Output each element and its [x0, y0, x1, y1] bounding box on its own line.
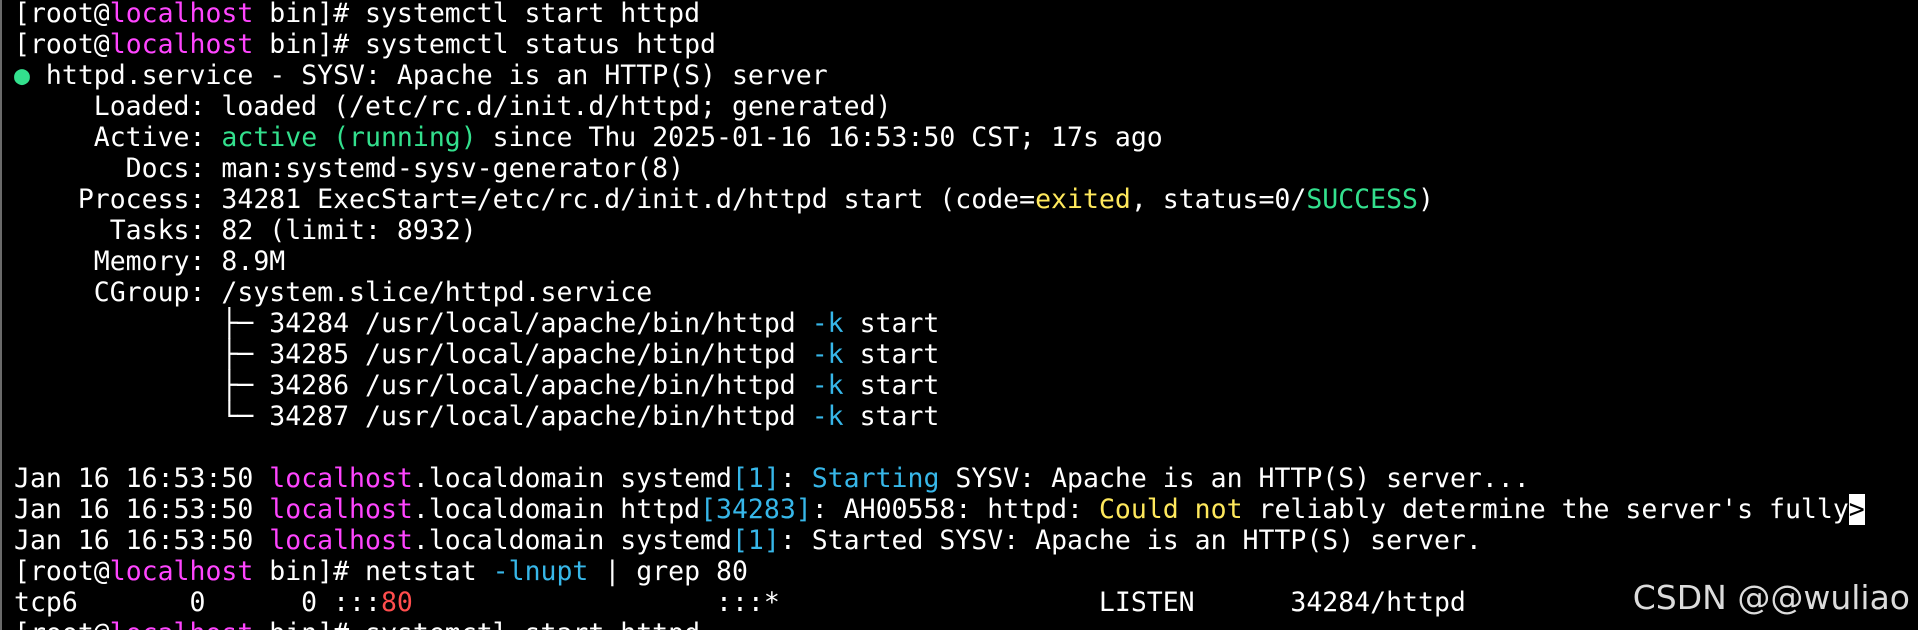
terminal-text-segment: bin]# systemctl status httpd [253, 29, 717, 60]
terminal-text-segment: .localdomain systemd [412, 525, 732, 556]
terminal-text-segment: localhost [109, 29, 254, 60]
terminal-text-segment: Active: [14, 122, 222, 153]
terminal-line: Process: 34281 ExecStart=/etc/rc.d/init.… [14, 184, 1434, 215]
terminal-line: Loaded: loaded (/etc/rc.d/init.d/httpd; … [14, 91, 892, 122]
terminal-text-segment: : [779, 463, 812, 494]
terminal-text-segment: -lnupt [492, 556, 589, 587]
terminal-text-segment: SYSV: Apache is an HTTP(S) server... [939, 463, 1530, 494]
terminal-line: Memory: 8.9M [14, 246, 285, 277]
csdn-watermark: CSDN @@wuliao [1632, 578, 1910, 617]
truncation-marker: > [1848, 494, 1865, 525]
terminal-line: └─ 34287 /usr/local/apache/bin/httpd -k … [14, 401, 939, 432]
terminal-text-segment: -k [811, 339, 844, 370]
terminal-text-segment: bin]# netstat [253, 556, 493, 587]
terminal-line: Jan 16 16:53:50 localhost.localdomain sy… [14, 525, 1482, 556]
terminal-line: Active: active (running) since Thu 2025-… [14, 122, 1163, 153]
terminal-text-segment: active (running) [221, 122, 477, 153]
terminal-text-segment: [1] [731, 525, 780, 556]
terminal-text-segment: bin]# systemctl start httpd [253, 618, 700, 630]
terminal-text-segment: Docs: man:systemd-sysv-generator(8) [14, 153, 685, 184]
terminal-text-segment: .localdomain systemd [412, 463, 732, 494]
terminal-text-segment: reliably determine the server's fully [1242, 494, 1849, 525]
terminal-line: ● httpd.service - SYSV: Apache is an HTT… [14, 60, 828, 91]
terminal-text-segment: [root@ [14, 0, 110, 29]
terminal-text-segment: ├─ 34284 /usr/local/apache/bin/httpd [14, 308, 812, 339]
terminal-line: [root@localhost bin]# systemctl start ht… [14, 0, 700, 29]
terminal-text-segment: SUCCESS [1306, 184, 1418, 215]
terminal-text-segment: 80 [380, 587, 413, 618]
terminal-line: [root@localhost bin]# systemctl start ht… [14, 618, 700, 630]
terminal-text-segment: : AH00558: httpd: [811, 494, 1099, 525]
terminal-line: Jan 16 16:53:50 localhost.localdomain ht… [14, 494, 1865, 525]
terminal-text-segment: [34283] [700, 494, 812, 525]
terminal-line: Tasks: 82 (limit: 8932) [14, 215, 477, 246]
terminal-text-segment: ● [14, 60, 30, 91]
terminal-text-segment: localhost [269, 525, 413, 556]
terminal-line: tcp6 0 0 :::80 :::* LISTEN 34284/httpd [14, 587, 1466, 618]
window-left-border [0, 0, 2, 630]
terminal-text-segment: localhost [269, 494, 413, 525]
terminal-text-segment: Process: 34281 ExecStart=/etc/rc.d/init.… [14, 184, 1036, 215]
terminal-text-segment: since Thu 2025-01-16 16:53:50 CST; 17s a… [476, 122, 1163, 153]
terminal-text-segment: -k [811, 370, 844, 401]
terminal-text-segment: , status=0/ [1130, 184, 1307, 215]
terminal-line: ├─ 34284 /usr/local/apache/bin/httpd -k … [14, 308, 939, 339]
terminal-text-segment: tcp6 0 0 ::: [14, 587, 381, 618]
terminal-text-segment: localhost [109, 0, 254, 29]
terminal-text-segment: Jan 16 16:53:50 [14, 525, 270, 556]
terminal-text-segment: .localdomain httpd [412, 494, 701, 525]
terminal-text-segment: ├─ 34285 /usr/local/apache/bin/httpd [14, 339, 812, 370]
terminal-text-segment: Tasks: 82 (limit: 8932) [14, 215, 477, 246]
terminal-line: ├─ 34286 /usr/local/apache/bin/httpd -k … [14, 370, 939, 401]
terminal-text-segment: localhost [110, 618, 254, 630]
terminal-text-segment: localhost [109, 556, 254, 587]
terminal-text-segment: [1] [731, 463, 780, 494]
terminal-text-segment: | grep 80 [588, 556, 748, 587]
terminal-text-segment: Starting [811, 463, 940, 494]
terminal-line: [root@localhost bin]# netstat -lnupt | g… [14, 556, 748, 587]
terminal-text-segment: bin]# systemctl start httpd [253, 0, 701, 29]
terminal-text-segment: exited [1035, 184, 1131, 215]
terminal-line: Docs: man:systemd-sysv-generator(8) [14, 153, 684, 184]
terminal-text-segment: start [843, 370, 940, 401]
terminal-text-segment: [root@ [14, 618, 110, 630]
terminal-text-segment: httpd.service - SYSV: Apache is an HTTP(… [29, 60, 828, 91]
terminal-text-segment: Loaded: loaded (/etc/rc.d/init.d/httpd; … [14, 91, 892, 122]
terminal-window[interactable]: [root@localhost bin]# systemctl start ht… [0, 0, 1918, 630]
terminal-text-segment: ) [1418, 184, 1434, 215]
terminal-text-segment: start [843, 339, 940, 370]
terminal-text-segment: :::* LISTEN 34284/httpd [412, 587, 1466, 618]
terminal-text-segment: CGroup: /system.slice/httpd.service [14, 277, 653, 308]
terminal-text-segment: Jan 16 16:53:50 [14, 494, 270, 525]
terminal-text-segment: ├─ 34286 /usr/local/apache/bin/httpd [14, 370, 812, 401]
terminal-text-segment: -k [811, 401, 844, 432]
terminal-text-segment: : Started SYSV: Apache is an HTTP(S) ser… [779, 525, 1482, 556]
terminal-text-segment: localhost [269, 463, 413, 494]
terminal-text-segment: start [843, 308, 940, 339]
terminal-text-segment: start [843, 401, 940, 432]
terminal-text-segment: [root@ [14, 556, 110, 587]
terminal-line: [root@localhost bin]# systemctl status h… [14, 29, 716, 60]
terminal-line: Jan 16 16:53:50 localhost.localdomain sy… [14, 463, 1530, 494]
terminal-text-segment: Memory: 8.9M [14, 246, 286, 277]
terminal-text-segment: -k [811, 308, 844, 339]
terminal-text-segment: [root@ [14, 29, 110, 60]
terminal-line: CGroup: /system.slice/httpd.service [14, 277, 652, 308]
terminal-text-segment: Jan 16 16:53:50 [14, 463, 270, 494]
terminal-text-segment: Could not [1098, 494, 1243, 525]
terminal-text-segment: └─ 34287 /usr/local/apache/bin/httpd [14, 401, 812, 432]
terminal-line: ├─ 34285 /usr/local/apache/bin/httpd -k … [14, 339, 939, 370]
